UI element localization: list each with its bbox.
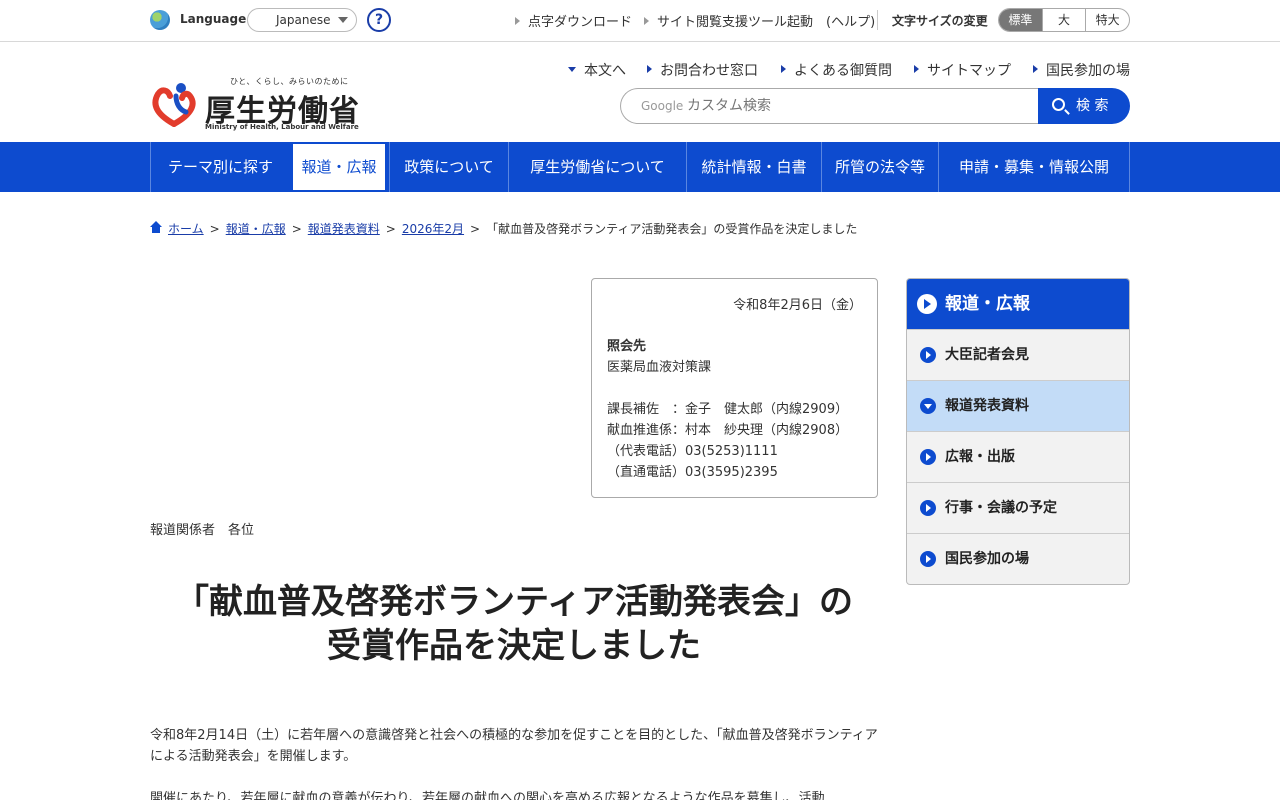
- global-nav: テーマ別に探す 報道・広報 政策について 厚生労働省について 統計情報・白書 所…: [0, 142, 1280, 192]
- breadcrumb-press[interactable]: 報道・広報: [226, 222, 286, 236]
- breadcrumb-month[interactable]: 2026年2月: [402, 222, 464, 236]
- nav-item-policy[interactable]: 政策について: [389, 142, 508, 192]
- search-box: Google: [620, 88, 1040, 124]
- faq-link[interactable]: よくある御質問: [781, 60, 892, 80]
- breadcrumb-current: 「献血普及啓発ボランティア活動発表会」の受賞作品を決定しました: [486, 222, 858, 236]
- circle-arrow-icon: [920, 449, 936, 465]
- divider: [877, 10, 878, 30]
- nav-item-press[interactable]: 報道・広報: [291, 142, 387, 192]
- body-paragraph: 令和8年2月14日（土）に若年層への意識啓発と社会への積極的な参加を促すことを目…: [150, 728, 878, 764]
- search-icon: [1052, 98, 1065, 111]
- home-icon: [150, 221, 162, 234]
- nav-item-themes[interactable]: テーマ別に探す: [150, 142, 290, 192]
- contact-box: 令和8年2月6日（金） 照会先 医薬局血液対策課 課長補佐 ：金子 健太郎（内線…: [591, 278, 878, 498]
- contact-line: 課長補佐 ：金子 健太郎（内線2909）: [607, 402, 849, 417]
- language-label: Language: [180, 12, 247, 26]
- breadcrumb-home[interactable]: ホーム: [168, 222, 204, 236]
- language-select[interactable]: Japanese: [247, 8, 357, 32]
- triangle-right-icon: [644, 17, 649, 25]
- circle-arrow-icon: [920, 347, 936, 363]
- sidebar-item-events[interactable]: 行事・会議の予定: [907, 482, 1129, 533]
- page-title: 「献血普及啓発ボランティア活動発表会」の 受賞作品を決定しました: [175, 582, 853, 666]
- braille-download-link[interactable]: 点字ダウンロード: [515, 11, 632, 30]
- nav-item-applications[interactable]: 申請・募集・情報公開: [938, 142, 1130, 192]
- triangle-right-icon: [515, 17, 520, 25]
- body-paragraph: 開催にあたり、若年層に献血の意義が伝わり、若年層の献血への関心を高める広報となる…: [150, 791, 825, 800]
- public-participation-link[interactable]: 国民参加の場: [1033, 60, 1130, 80]
- font-size-large-button[interactable]: 大: [1041, 9, 1086, 31]
- sidebar-item-publications[interactable]: 広報・出版: [907, 431, 1129, 482]
- search-button[interactable]: 検 索: [1038, 88, 1130, 124]
- contact-line: 献血推進係：村本 紗央理（内線2908）: [607, 423, 849, 438]
- sidebar: 報道・広報 大臣記者会見 報道発表資料 広報・出版 行事・会議の予定 国民参加の…: [906, 278, 1130, 585]
- accessibility-tool-link[interactable]: サイト閲覧支援ツール起動 (ヘルプ): [644, 11, 875, 30]
- triangle-right-icon: [781, 65, 786, 73]
- triangle-right-icon: [914, 65, 919, 73]
- ministry-logo-icon[interactable]: [150, 80, 198, 132]
- contact-department: 医薬局血液対策課: [607, 360, 712, 375]
- font-size-xlarge-button[interactable]: 特大: [1085, 9, 1129, 31]
- font-size-label: 文字サイズの変更: [892, 14, 988, 28]
- sidebar-item-press-releases[interactable]: 報道発表資料: [907, 380, 1129, 431]
- release-date: 令和8年2月6日（金）: [733, 298, 862, 313]
- help-button[interactable]: ?: [367, 8, 391, 32]
- sitemap-link[interactable]: サイトマップ: [914, 60, 1011, 80]
- nav-item-statistics[interactable]: 統計情報・白書: [686, 142, 821, 192]
- utility-bar: Language Japanese ? 点字ダウンロード サイト閲覧支援ツール起…: [0, 0, 1280, 42]
- circle-chevron-down-icon: [920, 398, 936, 414]
- logo-english-name: Ministry of Health, Labour and Welfare: [205, 123, 359, 131]
- triangle-right-icon: [1033, 65, 1038, 73]
- triangle-right-icon: [647, 65, 652, 73]
- breadcrumb-press-releases[interactable]: 報道発表資料: [308, 222, 380, 236]
- contact-line: （直通電話）03(3595)2395: [607, 465, 778, 480]
- circle-arrow-icon: [920, 500, 936, 516]
- circle-arrow-icon: [917, 294, 937, 314]
- nav-item-about[interactable]: 厚生労働省について: [508, 142, 686, 192]
- triangle-down-icon: [568, 67, 576, 72]
- search-input[interactable]: [687, 95, 1027, 117]
- sidebar-item-public-participation[interactable]: 国民参加の場: [907, 533, 1129, 584]
- sidebar-item-press-conference[interactable]: 大臣記者会見: [907, 329, 1129, 380]
- font-size-standard-button[interactable]: 標準: [999, 9, 1042, 31]
- addressee: 報道関係者 各位: [150, 523, 255, 538]
- chevron-down-icon: [338, 17, 348, 23]
- globe-icon: [150, 10, 170, 30]
- google-brand-label: Google: [641, 99, 684, 113]
- sidebar-header[interactable]: 報道・広報: [907, 279, 1129, 329]
- language-select-value: Japanese: [276, 13, 331, 27]
- breadcrumb: ホーム > 報道・広報 > 報道発表資料 >2026年2月 > 「献血普及啓発ボランティア活動…: [150, 220, 857, 237]
- font-size-switcher: 標準 大 特大: [998, 8, 1130, 32]
- contact-title: 照会先: [607, 339, 647, 354]
- contact-line: （代表電話）03(5253)1111: [607, 444, 778, 459]
- skip-to-content-link[interactable]: 本文へ: [568, 60, 626, 80]
- contact-link[interactable]: お問合わせ窓口: [647, 60, 758, 80]
- nav-item-laws[interactable]: 所管の法令等: [821, 142, 938, 192]
- circle-arrow-icon: [920, 551, 936, 567]
